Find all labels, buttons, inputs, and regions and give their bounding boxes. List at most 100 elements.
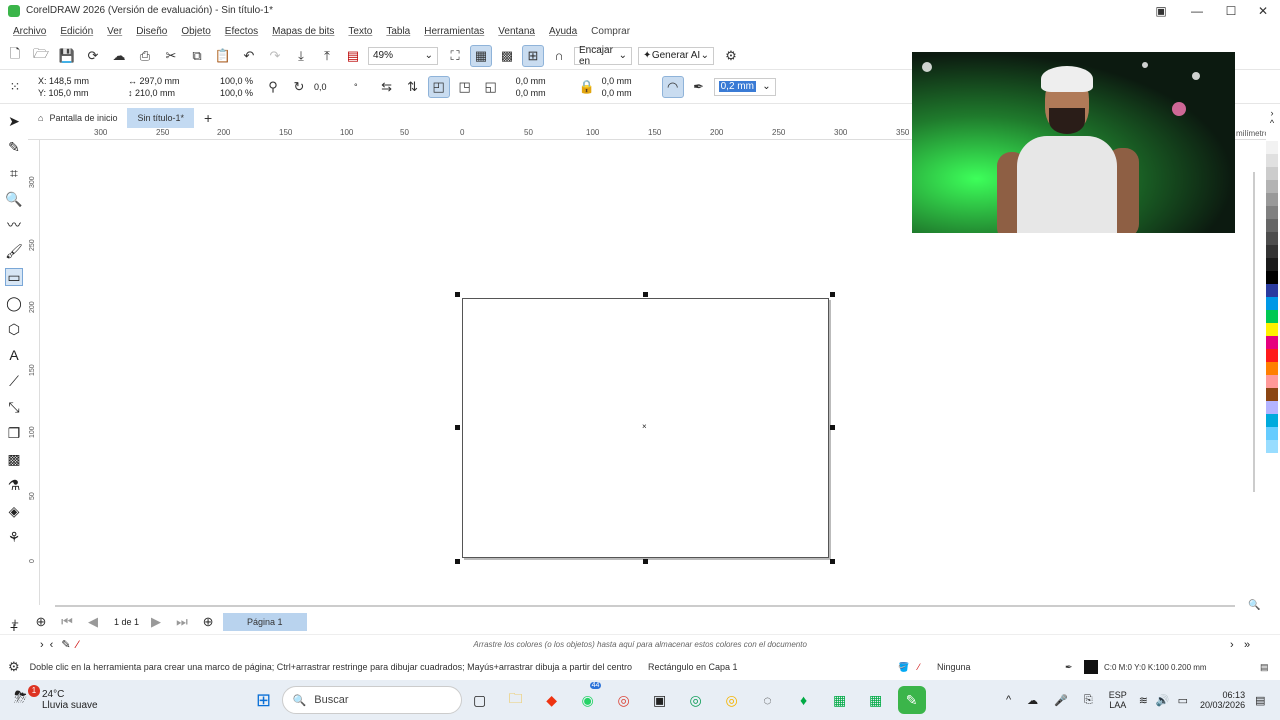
last-page-icon[interactable]: ⏭ <box>171 611 193 633</box>
rotate-icon[interactable]: ↻ <box>288 76 310 98</box>
battery-icon[interactable]: ▭ <box>1178 694 1188 707</box>
palette-swatch[interactable] <box>1266 219 1278 232</box>
chrome-alt-icon[interactable]: ◎ <box>718 686 746 714</box>
wifi-icon[interactable]: ≋ <box>1139 694 1148 707</box>
input-language[interactable]: ESP <box>1109 690 1127 700</box>
palette-swatch[interactable] <box>1266 297 1278 310</box>
palette-swatch[interactable] <box>1266 362 1278 375</box>
app-gemin-icon[interactable]: ▦ <box>826 686 854 714</box>
palette-swatch[interactable] <box>1266 375 1278 388</box>
palette-swatch[interactable] <box>1266 193 1278 206</box>
chrome-profile-icon[interactable]: ◎ <box>682 686 710 714</box>
menu-comprar[interactable]: Comprar <box>591 26 630 37</box>
copy-icon[interactable]: ⧉ <box>186 45 208 67</box>
rulers-icon[interactable]: ▦ <box>470 44 492 67</box>
selection-handle[interactable] <box>830 559 835 564</box>
tab-home[interactable]: ⌂ Pantalla de inicio <box>28 108 127 128</box>
selection-handle[interactable] <box>455 292 460 297</box>
mirror-horizontal-icon[interactable]: ⇆ <box>376 76 398 98</box>
app-red-icon[interactable]: ◆ <box>538 686 566 714</box>
whatsapp-icon[interactable]: ◉ 44 <box>574 682 602 714</box>
cloud-icon[interactable]: ☁ <box>1027 694 1038 707</box>
new-document-icon[interactable]: 🗋 <box>4 45 26 67</box>
zoom-tool-icon[interactable]: 🔍 <box>0 186 28 212</box>
smart-fill-tool-icon[interactable]: ⚘ <box>0 524 28 550</box>
app-green-icon[interactable]: ♦ <box>790 686 818 714</box>
app-circle-icon[interactable]: ◌ <box>754 686 782 714</box>
lock-corners-icon[interactable]: 🔒 <box>576 76 598 98</box>
palette-swatch[interactable] <box>1266 154 1278 167</box>
snap-magnet-icon[interactable]: ∩ <box>548 45 570 67</box>
artistic-media-tool-icon[interactable]: 🖌 <box>0 238 28 264</box>
scale-y-field[interactable]: 100,0 % <box>220 87 262 99</box>
scale-x-field[interactable]: 100,0 % <box>220 75 262 87</box>
full-screen-icon[interactable]: ⛶ <box>444 45 466 67</box>
menu-ventana[interactable]: Ventana <box>498 26 535 37</box>
palette-expand-icon[interactable]: › <box>40 639 44 651</box>
vertical-ruler[interactable]: 300 250 200 150 100 50 0 <box>28 140 40 605</box>
crop-tool-icon[interactable]: ⌗ <box>0 160 28 186</box>
import-icon[interactable]: ⤓ <box>290 45 312 67</box>
maximize-button[interactable]: ☐ <box>1214 0 1248 21</box>
menu-archivo[interactable]: Archivo <box>13 26 46 37</box>
horizontal-scrollbar[interactable] <box>55 605 1235 607</box>
cut-icon[interactable]: ✂ <box>160 45 182 67</box>
page-tab[interactable]: Página 1 <box>223 613 307 631</box>
menu-diseno[interactable]: Diseño <box>136 26 167 37</box>
insert-page-before-icon[interactable]: ⊕ <box>30 611 52 633</box>
account-icon[interactable]: ▣ <box>1144 0 1178 21</box>
new-tab-button[interactable]: + <box>194 108 222 128</box>
palette-swatch[interactable] <box>1266 141 1278 154</box>
palette-swatch[interactable] <box>1266 167 1278 180</box>
selection-handle[interactable] <box>455 425 460 430</box>
generate-ai-button[interactable]: ✦ Generar AI ⌄ <box>638 46 714 65</box>
palette-swatch[interactable] <box>1266 323 1278 336</box>
save-icon[interactable]: 💾 <box>56 45 78 67</box>
vertical-scrollbar[interactable] <box>1253 172 1255 492</box>
app-matic-icon[interactable]: ▦ <box>862 686 890 714</box>
palette-swatch[interactable] <box>1266 388 1278 401</box>
palette-swatch[interactable] <box>1266 401 1278 414</box>
outline-width-select[interactable]: 0,2 mm ⌄ <box>713 77 776 96</box>
microphone-icon[interactable]: 🎤 <box>1054 694 1068 707</box>
object-origin-icon[interactable]: ⁙ <box>4 76 26 98</box>
palette-scroll-up-icon[interactable]: ^ <box>1264 118 1280 128</box>
menu-ver[interactable]: Ver <box>107 26 122 37</box>
menu-texto[interactable]: Texto <box>348 26 372 37</box>
app-window-icon[interactable]: ▣ <box>646 686 674 714</box>
freehand-tool-icon[interactable]: 〰 <box>0 212 28 238</box>
connector-tool-icon[interactable]: ⤡ <box>0 394 28 420</box>
volume-icon[interactable]: 🔊 <box>1156 694 1170 707</box>
parallel-dimension-tool-icon[interactable]: ⟋ <box>0 368 28 394</box>
pick-tool-icon[interactable]: ➤ <box>0 108 28 134</box>
scallop-corner-icon[interactable]: ◳ <box>454 76 476 98</box>
x-position-field[interactable]: X: 148,5 mm <box>38 75 120 87</box>
lock-ratio-icon[interactable]: ⚲ <box>262 76 284 98</box>
outline-pen-icon[interactable]: ✒ <box>688 76 710 98</box>
grid-icon[interactable]: ▩ <box>496 45 518 67</box>
menu-objeto[interactable]: Objeto <box>181 26 210 37</box>
height-field[interactable]: ↕ 210,0 mm <box>128 87 220 99</box>
palette-swatch[interactable] <box>1266 271 1278 284</box>
shape-tool-icon[interactable]: ✎ <box>0 134 28 160</box>
menu-ayuda[interactable]: Ayuda <box>549 26 577 37</box>
eyedropper-tool-icon[interactable]: ⚗ <box>0 472 28 498</box>
file-explorer-icon[interactable]: 🗀 <box>502 686 530 714</box>
zoom-level-select[interactable]: 49% ⌄ <box>368 46 438 65</box>
palette-flyout-icon[interactable]: » <box>1244 639 1250 651</box>
windows-start-icon[interactable]: ⊞ <box>250 686 278 714</box>
print-icon[interactable]: ⎙ <box>134 45 156 67</box>
paste-icon[interactable]: 📋 <box>212 45 234 67</box>
add-icon[interactable]: + <box>4 611 26 633</box>
eyedropper-icon[interactable]: ✎ <box>61 638 70 651</box>
relative-corner-scaling-icon[interactable]: ◠ <box>661 75 684 98</box>
selection-handle[interactable] <box>830 425 835 430</box>
next-page-icon[interactable]: ▶ <box>145 611 167 633</box>
palette-swatch[interactable] <box>1266 414 1278 427</box>
menu-tabla[interactable]: Tabla <box>386 26 410 37</box>
menu-mapas-de-bits[interactable]: Mapas de bits <box>272 26 334 37</box>
rotation-field[interactable]: 0,0 <box>314 81 354 93</box>
rectangle-tool-icon[interactable]: ▭ <box>0 264 28 290</box>
palette-swatch[interactable] <box>1266 206 1278 219</box>
polygon-tool-icon[interactable]: ⬡ <box>0 316 28 342</box>
